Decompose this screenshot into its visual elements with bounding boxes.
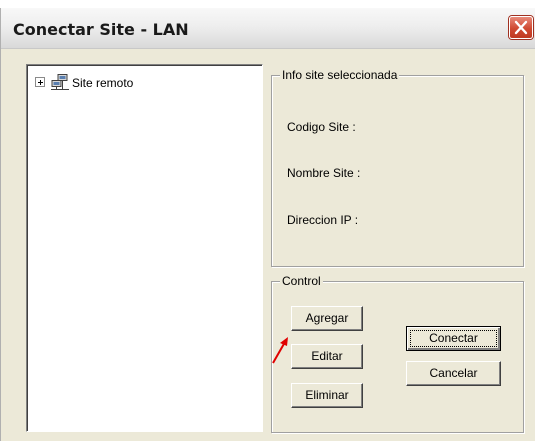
eliminar-button[interactable]: Eliminar [291, 383, 363, 408]
control-group: Control Agregar Editar Eliminar Conectar… [271, 274, 524, 433]
editar-button-label: Editar [311, 349, 343, 363]
site-tree[interactable]: Site remoto [26, 64, 263, 432]
dialog-window: Conectar Site - LAN Site remoto Info sit… [0, 8, 535, 441]
window-title: Conectar Site - LAN [13, 20, 189, 39]
info-site-group: Info site seleccionada Codigo Site : Nom… [271, 68, 524, 267]
cancelar-button-label: Cancelar [429, 366, 478, 380]
direccion-ip-label: Direccion IP : [287, 213, 359, 227]
red-arrow-icon [272, 337, 288, 364]
codigo-site-label: Codigo Site : [287, 120, 356, 134]
tree-item-label: Site remoto [72, 76, 134, 90]
conectar-button-label: Conectar [410, 330, 497, 347]
cancelar-button[interactable]: Cancelar [406, 361, 501, 386]
info-site-legend: Info site seleccionada [280, 68, 400, 82]
nombre-site-label: Nombre Site : [287, 166, 361, 180]
close-icon [514, 20, 528, 35]
agregar-button-label: Agregar [305, 311, 349, 325]
network-icon [51, 74, 69, 90]
expand-plus-icon[interactable] [35, 77, 45, 87]
control-legend: Control [280, 274, 323, 288]
close-button[interactable] [509, 16, 533, 39]
eliminar-button-label: Eliminar [305, 388, 349, 402]
conectar-button[interactable]: Conectar [406, 326, 501, 351]
agregar-button[interactable]: Agregar [291, 306, 363, 331]
editar-button[interactable]: Editar [291, 344, 363, 369]
title-bar[interactable]: Conectar Site - LAN [1, 8, 535, 49]
